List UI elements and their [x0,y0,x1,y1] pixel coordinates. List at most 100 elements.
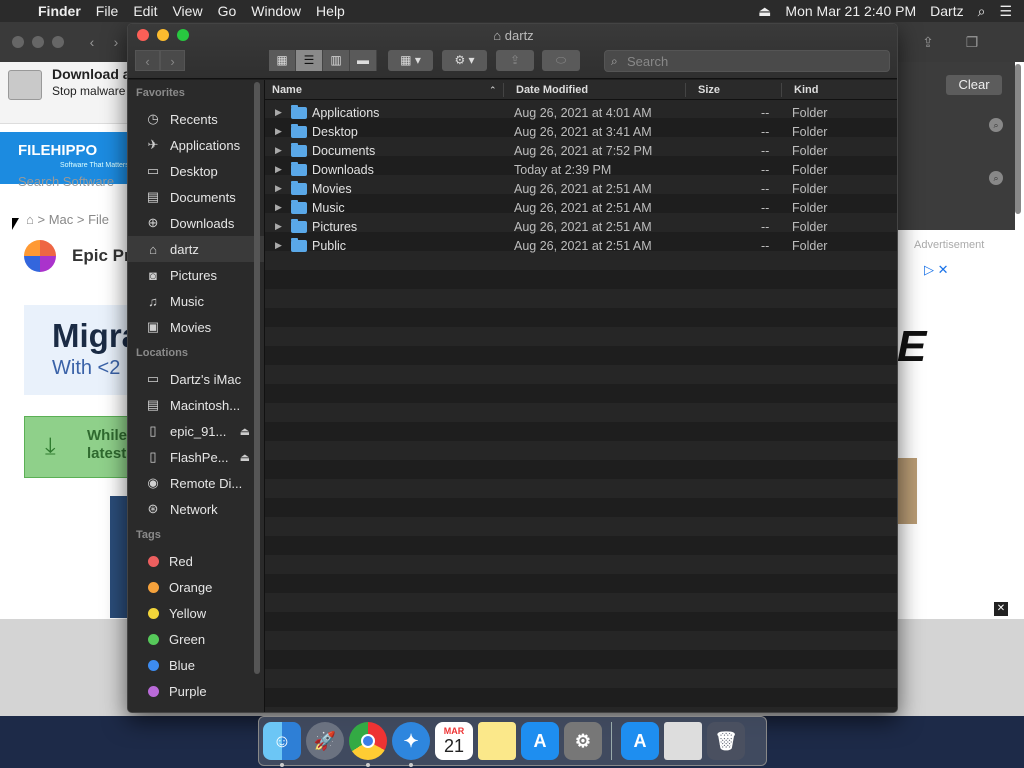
disclosure-triangle-icon[interactable]: ▶ [275,240,282,251]
sidebar-tag-orange[interactable]: Orange [128,574,264,600]
menu-window[interactable]: Window [251,3,311,19]
menu-file[interactable]: File [96,3,129,19]
disclosure-triangle-icon[interactable]: ▶ [275,145,282,156]
reveal-download-icon[interactable]: ⌕ [989,171,1003,185]
disclosure-triangle-icon[interactable]: ▶ [275,107,282,118]
icon-view-button[interactable]: ▦ [269,50,296,71]
sidebar-tag-blue[interactable]: Blue [128,652,264,678]
drive-icon: ▤ [146,397,160,412]
browser-share-icon[interactable]: ⇪ [918,32,938,52]
table-row[interactable]: ▶ Pictures Aug 26, 2021 at 2:51 AM -- Folder [265,218,897,237]
table-row[interactable]: ▶ Downloads Today at 2:39 PM -- Folder [265,161,897,180]
chrome-dock-icon[interactable] [349,722,387,767]
table-row[interactable]: ▶ Public Aug 26, 2021 at 2:51 AM -- Folder [265,237,897,256]
tags-button[interactable]: ⬭ [542,50,580,71]
calendar-dock-icon[interactable]: MAR 21 [435,722,473,760]
desktop-icon: ▭ [146,163,160,178]
gallery-view-button[interactable]: ▬ [350,50,377,71]
table-row[interactable]: ▶ Applications Aug 26, 2021 at 4:01 AM -- Fo… [265,104,897,123]
launchpad-dock-icon[interactable]: 🚀 [306,722,344,760]
filehippo-logo[interactable]: FILEHIPPO [18,142,97,159]
list-view-button[interactable]: ☰ [296,50,323,71]
column-header-kind[interactable]: Kind [794,84,818,96]
safari-compass-dock-icon[interactable]: ✦ [392,722,430,767]
notes-dock-icon[interactable] [478,722,516,760]
eject-icon[interactable]: ⏏ [758,3,771,20]
migration-banner[interactable]: Migra With <2 [24,305,130,395]
eject-icon[interactable]: ⏏ [240,425,250,438]
column-header-name[interactable]: Name [272,84,302,96]
browser-tabs-icon[interactable]: ❐ [962,32,982,52]
sidebar-item-documents[interactable]: ▤ Documents [128,184,264,210]
search-input[interactable] [627,53,882,69]
downloads-stack-dock-icon[interactable] [664,722,702,760]
column-view-button[interactable]: ▥ [323,50,350,71]
group-by-button[interactable]: ▦ ▾ [388,50,433,71]
trash-dock-icon[interactable]: 🗑 [707,722,745,760]
sidebar-item-downloads[interactable]: ⊕ Downloads [128,210,264,236]
sidebar-scrollbar[interactable] [254,82,260,674]
sidebar-item-flashpe-disk[interactable]: ▯ FlashPe... ⏏ [128,444,264,470]
disclosure-triangle-icon[interactable]: ▶ [275,164,282,175]
sidebar-item-music[interactable]: ♫ Music [128,288,264,314]
menu-edit[interactable]: Edit [133,3,167,19]
sidebar-item-macintosh-hd[interactable]: ▤ Macintosh... [128,392,264,418]
ad-text[interactable]: E [897,322,926,372]
disclosure-triangle-icon[interactable]: ▶ [275,202,282,213]
menu-help[interactable]: Help [316,3,355,19]
sidebar-tag-yellow[interactable]: Yellow [128,600,264,626]
action-gear-button[interactable]: ⚙ ▾ [442,50,487,71]
browser-forward-icon[interactable]: › [106,32,126,52]
column-header-size[interactable]: Size [698,84,720,96]
table-row[interactable]: ▶ Desktop Aug 26, 2021 at 3:41 AM -- Folder [265,123,897,142]
finder-search[interactable]: ⌕ [604,50,890,72]
menu-user[interactable]: Dartz [930,3,963,19]
software-search-input[interactable]: Search Software [18,174,114,189]
disclosure-triangle-icon[interactable]: ▶ [275,221,282,232]
download-button[interactable]: ⤓ While latest [24,416,130,478]
home-icon[interactable]: ⌂ [26,212,34,227]
ad-image[interactable] [897,458,917,524]
download-notification[interactable]: Download a Stop malware [0,62,131,124]
sidebar-item-dartz[interactable]: ⌂ dartz [128,236,264,262]
sidebar-item-imac[interactable]: ▭ Dartz's iMac [128,366,264,392]
sidebar-tag-red[interactable]: Red [128,548,264,574]
ad-close-icon[interactable]: ✕ [994,602,1008,616]
menu-clock[interactable]: Mon Mar 21 2:40 PM [785,3,916,19]
menu-app-finder[interactable]: Finder [38,3,91,19]
menu-view[interactable]: View [172,3,212,19]
ad-choices-icon[interactable]: ▷ ✕ [924,262,949,278]
share-button[interactable]: ⇪ [496,50,534,71]
disclosure-triangle-icon[interactable]: ▶ [275,183,282,194]
sidebar-tag-purple[interactable]: Purple [128,678,264,704]
spotlight-icon[interactable]: ⌕ [978,3,986,20]
eject-icon[interactable]: ⏏ [240,451,250,464]
sidebar-item-network[interactable]: ⊛ Network [128,496,264,522]
sort-ascending-icon[interactable]: ⌃ [489,85,497,96]
browser-scrollbar[interactable] [1014,62,1022,237]
table-row[interactable]: ▶ Movies Aug 26, 2021 at 2:51 AM -- Folder [265,180,897,199]
table-row[interactable]: ▶ Music Aug 26, 2021 at 2:51 AM -- Folder [265,199,897,218]
table-row[interactable]: ▶ Documents Aug 26, 2021 at 7:52 PM -- Folde… [265,142,897,161]
back-button[interactable]: ‹ [135,50,160,71]
disclosure-triangle-icon[interactable]: ▶ [275,126,282,137]
sidebar-item-movies[interactable]: ▣ Movies [128,314,264,340]
sidebar-item-recents[interactable]: ◷ Recents [128,106,264,132]
sidebar-item-pictures[interactable]: ◙ Pictures [128,262,264,288]
column-header-date-modified[interactable]: Date Modified [516,84,588,96]
browser-back-icon[interactable]: ‹ [82,32,102,52]
menu-go[interactable]: Go [218,3,247,19]
notification-center-icon[interactable]: ☰ [999,3,1012,20]
sidebar-item-desktop[interactable]: ▭ Desktop [128,158,264,184]
app-store-download-dock-icon[interactable]: A [621,722,659,760]
system-preferences-gear-icon[interactable]: ⚙ [564,722,602,760]
clear-downloads-button[interactable]: Clear [946,75,1002,95]
sidebar-item-applications[interactable]: ✈ Applications [128,132,264,158]
sidebar-item-epic-disk[interactable]: ▯ epic_91... ⏏ [128,418,264,444]
sidebar-item-remote-disc[interactable]: ◉ Remote Di... [128,470,264,496]
forward-button[interactable]: › [160,50,185,71]
finder-dock-icon[interactable]: ☺ [263,722,301,767]
reveal-download-icon[interactable]: ⌕ [989,118,1003,132]
sidebar-tag-green[interactable]: Green [128,626,264,652]
app-store-dock-icon[interactable]: A [521,722,559,760]
